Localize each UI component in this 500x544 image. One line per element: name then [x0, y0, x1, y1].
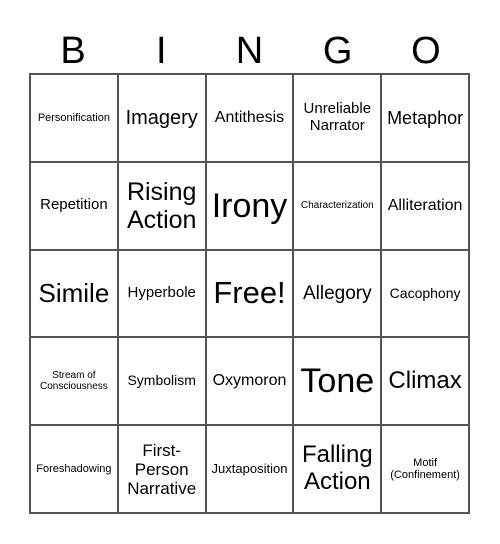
- bingo-cell[interactable]: Falling Action: [293, 425, 382, 513]
- bingo-cell[interactable]: Juxtaposition: [205, 425, 294, 513]
- bingo-grid: Personification Imagery Antithesis Unreliab…: [29, 73, 470, 514]
- bingo-cell[interactable]: Oxymoron: [205, 337, 294, 426]
- bingo-cell[interactable]: Allegory: [293, 249, 382, 338]
- bingo-cell[interactable]: Climax: [381, 337, 469, 426]
- bingo-cell[interactable]: Hyperbole: [117, 249, 206, 338]
- bingo-cell[interactable]: Antithesis: [205, 74, 294, 162]
- bingo-cell[interactable]: Stream of Consciousness: [30, 337, 118, 426]
- bingo-cell[interactable]: Cacophony: [381, 249, 469, 338]
- bingo-cell[interactable]: Free!: [205, 249, 294, 338]
- header-letter-b: B: [60, 30, 86, 72]
- bingo-cell[interactable]: Alliteration: [381, 161, 469, 250]
- bingo-cell[interactable]: Irony: [205, 161, 294, 250]
- bingo-header: B I N G O: [29, 30, 470, 73]
- header-letter-i: I: [156, 30, 167, 72]
- bingo-cell[interactable]: Tone: [293, 337, 382, 426]
- header-letter-n: N: [235, 30, 264, 72]
- bingo-cell[interactable]: Simile: [30, 249, 118, 338]
- bingo-cell[interactable]: Rising Action: [117, 161, 206, 250]
- bingo-cell[interactable]: Characterization: [293, 161, 382, 250]
- header-letter-o: O: [411, 30, 441, 72]
- bingo-cell[interactable]: Personification: [30, 74, 118, 162]
- bingo-cell[interactable]: Imagery: [117, 74, 206, 162]
- bingo-cell[interactable]: Unreliable Narrator: [293, 74, 382, 162]
- bingo-cell[interactable]: Foreshadowing: [30, 425, 118, 513]
- header-letter-g: G: [322, 30, 353, 72]
- bingo-cell[interactable]: First-Person Narrative: [117, 425, 206, 513]
- bingo-cell[interactable]: Symbolism: [117, 337, 206, 426]
- bingo-cell[interactable]: Metaphor: [381, 74, 469, 162]
- bingo-cell[interactable]: Motif (Confinement): [381, 425, 469, 513]
- bingo-cell[interactable]: Repetition: [30, 161, 118, 250]
